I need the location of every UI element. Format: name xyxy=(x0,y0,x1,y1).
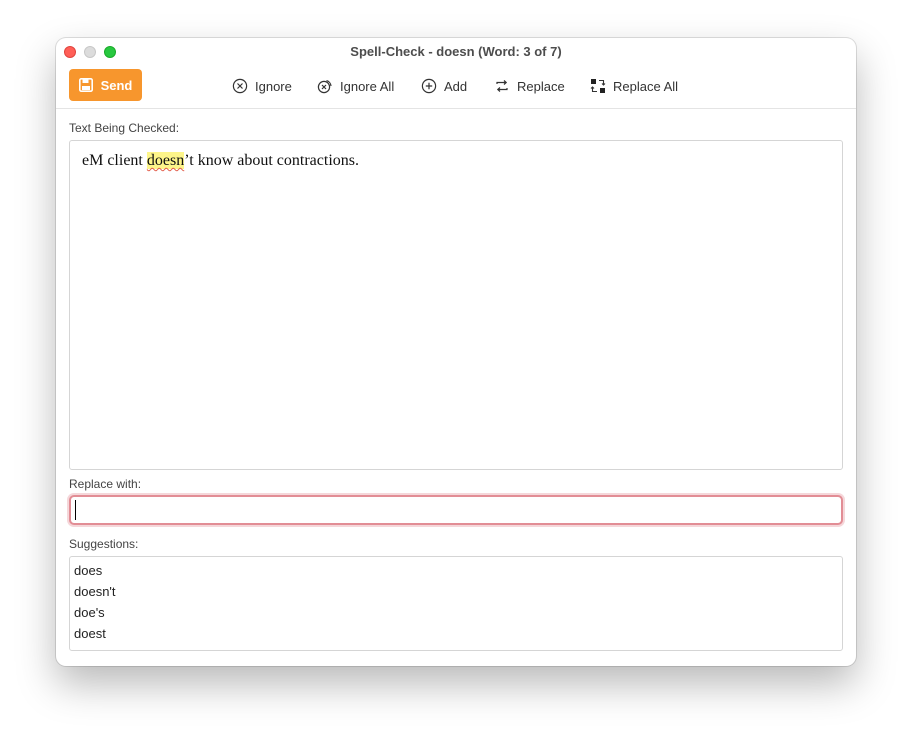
x-circle-icon xyxy=(232,78,248,94)
title-bar: Spell-Check - doesn (Word: 3 of 7) xyxy=(56,38,856,66)
add-button[interactable]: Add xyxy=(421,76,467,96)
ignore-button-label: Ignore xyxy=(255,78,292,94)
plus-circle-icon xyxy=(421,78,437,94)
add-button-label: Add xyxy=(444,78,468,94)
suggestion-item[interactable]: doe's xyxy=(74,602,842,623)
checked-text-before: eM client xyxy=(82,152,147,169)
send-button-label: Send xyxy=(100,77,133,93)
ignore-all-button-label: Ignore All xyxy=(340,78,395,94)
text-caret xyxy=(75,500,76,520)
replace-with-label: Replace with: xyxy=(69,477,142,491)
spell-check-window: Spell-Check - doesn (Word: 3 of 7) Send … xyxy=(56,38,856,666)
send-button[interactable]: Send xyxy=(69,69,142,101)
swap-arrows-icon xyxy=(496,80,508,92)
misspelled-word: doesn xyxy=(146,152,185,169)
window-title: Spell-Check - doesn (Word: 3 of 7) xyxy=(350,44,562,59)
suggestion-item[interactable]: doesn't xyxy=(74,581,842,602)
ignore-all-button[interactable]: Ignore All xyxy=(317,76,394,96)
ignore-button[interactable]: Ignore xyxy=(232,76,292,96)
checked-text-area[interactable]: eM client doesn’t know about contraction… xyxy=(69,140,843,470)
save-icon xyxy=(78,78,93,92)
x-circle-double-icon xyxy=(317,80,332,94)
suggestions-label: Suggestions: xyxy=(69,537,139,551)
text-being-checked-label: Text Being Checked: xyxy=(69,121,180,135)
replace-all-button[interactable]: Replace All xyxy=(590,76,678,96)
toolbar: Send Ignore Ignore All Add Replace Repla… xyxy=(56,66,856,109)
suggestions-list[interactable]: does doesn't doe's doest xyxy=(69,556,843,651)
replace-button[interactable]: Replace xyxy=(494,76,565,96)
replace-button-label: Replace xyxy=(517,78,565,94)
replace-all-icon xyxy=(590,79,606,93)
replace-with-input[interactable] xyxy=(69,495,843,525)
checked-text-after: ’t know about contractions. xyxy=(184,152,359,169)
suggestion-item[interactable]: does xyxy=(74,560,842,581)
replace-all-button-label: Replace All xyxy=(613,78,679,94)
suggestion-item[interactable]: doest xyxy=(74,623,842,644)
